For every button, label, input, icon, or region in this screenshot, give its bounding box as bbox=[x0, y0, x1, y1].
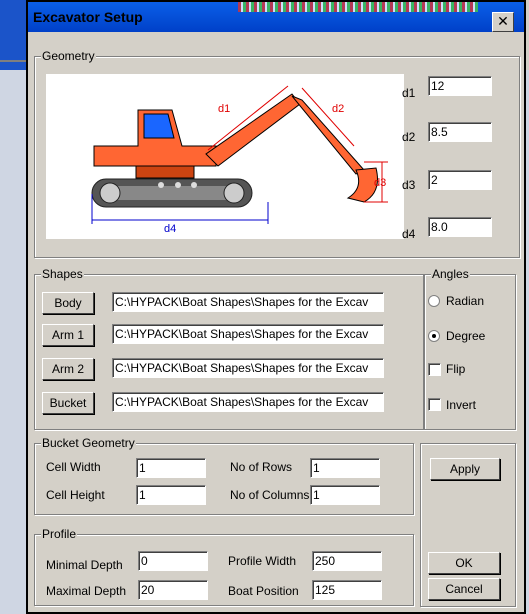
body-shape-button[interactable]: Body bbox=[42, 292, 94, 314]
bucket-shape-button[interactable]: Bucket bbox=[42, 392, 94, 414]
minimal-depth-input[interactable]: 0 bbox=[138, 551, 208, 571]
profile-width-label: Profile Width bbox=[228, 554, 297, 568]
track-wheel-left bbox=[99, 182, 121, 204]
track-inner bbox=[104, 186, 240, 200]
apply-button[interactable]: Apply bbox=[430, 458, 500, 480]
boat-position-label: Boat Position bbox=[228, 584, 299, 598]
columns-input[interactable]: 1 bbox=[310, 485, 380, 505]
d4-diagram-label: d4 bbox=[164, 223, 176, 235]
degree-radio-dot bbox=[432, 334, 436, 338]
roller-2 bbox=[175, 182, 181, 188]
d4-input[interactable]: 8.0 bbox=[428, 217, 492, 237]
arm1-shape-path-input[interactable]: C:\HYPACK\Boat Shapes\Shapes for the Exc… bbox=[112, 324, 384, 344]
roller-3 bbox=[191, 182, 197, 188]
d3-diagram-label: d3 bbox=[374, 177, 386, 189]
d2-input[interactable]: 8.5 bbox=[428, 122, 492, 142]
maximal-depth-input[interactable]: 20 bbox=[138, 580, 208, 600]
boat-position-input[interactable]: 125 bbox=[312, 580, 382, 600]
title-bar-decoration bbox=[238, 2, 478, 12]
cell-width-label: Cell Width bbox=[46, 460, 101, 474]
cancel-button[interactable]: Cancel bbox=[428, 578, 500, 600]
geometry-group-label: Geometry bbox=[41, 49, 96, 63]
close-button[interactable]: ✕ bbox=[492, 12, 514, 32]
title-bar[interactable]: Excavator Setup ✕ bbox=[28, 2, 524, 32]
flip-label[interactable]: Flip bbox=[446, 362, 465, 376]
arm2-shape bbox=[291, 95, 365, 175]
rows-label: No of Rows bbox=[230, 460, 293, 474]
arm2-shape-path-input[interactable]: C:\HYPACK\Boat Shapes\Shapes for the Exc… bbox=[112, 358, 384, 378]
turret-base bbox=[135, 165, 195, 179]
maximal-depth-label: Maximal Depth bbox=[46, 584, 127, 598]
d2-label: d2 bbox=[402, 130, 416, 144]
radian-label[interactable]: Radian bbox=[446, 294, 484, 308]
d2-diagram-label: d2 bbox=[332, 103, 344, 115]
d3-label: d3 bbox=[402, 178, 416, 192]
d3-input[interactable]: 2 bbox=[428, 170, 492, 190]
angles-group-label: Angles bbox=[431, 267, 470, 281]
invert-checkbox[interactable] bbox=[428, 398, 441, 411]
roller-1 bbox=[158, 182, 164, 188]
body-shape-path-input[interactable]: C:\HYPACK\Boat Shapes\Shapes for the Exc… bbox=[112, 292, 384, 312]
ok-button[interactable]: OK bbox=[428, 552, 500, 574]
window-title: Excavator Setup bbox=[33, 9, 143, 25]
track-wheel-right bbox=[223, 182, 245, 204]
degree-label[interactable]: Degree bbox=[446, 329, 485, 343]
columns-label: No of Columns bbox=[230, 488, 310, 502]
d1-label: d1 bbox=[402, 86, 416, 100]
close-icon: ✕ bbox=[497, 13, 509, 29]
degree-radio[interactable] bbox=[428, 330, 440, 342]
profile-group-label: Profile bbox=[41, 527, 78, 541]
arm2-shape-button[interactable]: Arm 2 bbox=[42, 358, 94, 380]
cell-height-label: Cell Height bbox=[46, 488, 105, 502]
flip-checkbox[interactable] bbox=[428, 363, 441, 376]
d4-label: d4 bbox=[402, 227, 416, 241]
shapes-group-label: Shapes bbox=[41, 267, 84, 281]
radian-radio[interactable] bbox=[428, 295, 440, 307]
bucket-shape-path-input[interactable]: C:\HYPACK\Boat Shapes\Shapes for the Exc… bbox=[112, 392, 384, 412]
d1-diagram-label: d1 bbox=[218, 103, 230, 115]
d1-input[interactable]: 12 bbox=[428, 76, 492, 96]
invert-label[interactable]: Invert bbox=[446, 398, 476, 412]
excavator-setup-dialog: Excavator Setup ✕ Geometry d1 d2 d3 d4 d… bbox=[26, 0, 526, 614]
profile-width-input[interactable]: 250 bbox=[312, 551, 382, 571]
rows-input[interactable]: 1 bbox=[310, 458, 380, 478]
cell-height-input[interactable]: 1 bbox=[136, 485, 206, 505]
minimal-depth-label: Minimal Depth bbox=[46, 558, 123, 572]
cell-width-input[interactable]: 1 bbox=[136, 458, 206, 478]
arm1-shape-button[interactable]: Arm 1 bbox=[42, 324, 94, 346]
excavator-diagram: d1 d2 d3 d4 bbox=[46, 74, 404, 239]
excavator-diagram-svg: d1 d2 d3 d4 bbox=[91, 85, 388, 235]
bucket-geometry-group-label: Bucket Geometry bbox=[41, 436, 136, 450]
